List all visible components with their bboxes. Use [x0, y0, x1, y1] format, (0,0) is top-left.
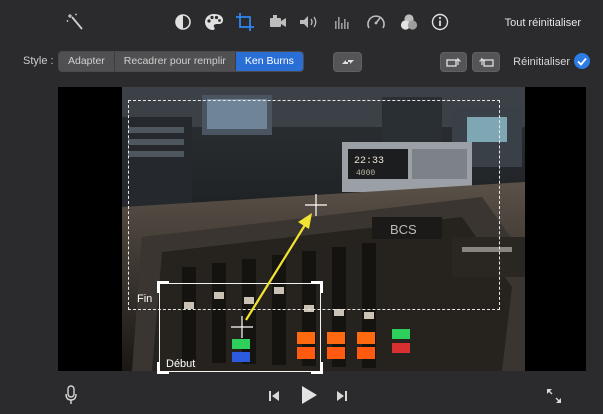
style-label: Style :	[23, 55, 54, 67]
style-bar: Style : Adapter Recadrer pour remplir Ke…	[0, 48, 603, 74]
start-frame-handle-bottom-right[interactable]	[311, 362, 323, 374]
start-frame-handle-top-left[interactable]	[157, 281, 169, 293]
speedometer-icon[interactable]	[364, 10, 388, 34]
style-option-crop-to-fill[interactable]: Recadrer pour remplir	[114, 52, 236, 71]
end-frame-label: Fin	[137, 293, 153, 305]
start-frame-label: Début	[166, 358, 196, 370]
color-palette-icon[interactable]	[202, 10, 226, 34]
end-crop-frame[interactable]	[128, 100, 500, 310]
color-balance-icon[interactable]	[171, 10, 195, 34]
rotate-left-icon	[445, 57, 461, 67]
filter-icon[interactable]	[397, 10, 421, 34]
equalizer-icon[interactable]	[330, 10, 354, 34]
microphone-icon[interactable]	[62, 384, 80, 406]
play-icon[interactable]	[298, 384, 320, 406]
fullscreen-icon[interactable]	[544, 386, 564, 406]
style-option-ken-burns[interactable]: Ken Burns	[235, 52, 303, 71]
reset-all-button[interactable]: Tout réinitialiser	[505, 17, 581, 29]
adjustment-toolbar: Tout réinitialiser	[0, 0, 603, 46]
rotate-right-icon	[479, 57, 494, 67]
crop-icon[interactable]	[233, 10, 257, 34]
swap-arrows-icon	[341, 60, 354, 64]
checkmark-icon	[577, 57, 587, 66]
style-segmented-control: Adapter Recadrer pour remplir Ken Burns	[58, 51, 304, 72]
volume-icon[interactable]	[297, 10, 321, 34]
skip-forward-icon[interactable]	[334, 388, 350, 404]
camera-icon[interactable]	[266, 10, 290, 34]
info-icon[interactable]	[428, 10, 452, 34]
style-option-fit[interactable]: Adapter	[59, 52, 115, 71]
rotate-left-button[interactable]	[440, 52, 467, 72]
reset-button[interactable]: Réinitialiser	[513, 56, 570, 68]
swap-start-end-button[interactable]	[333, 52, 362, 72]
skip-back-icon[interactable]	[266, 388, 282, 404]
start-frame-handle-top-right[interactable]	[311, 281, 323, 293]
apply-checkmark-button[interactable]	[574, 53, 590, 69]
rotate-right-button[interactable]	[472, 52, 500, 72]
magic-wand-icon[interactable]	[64, 10, 88, 34]
playback-bar	[0, 378, 603, 414]
